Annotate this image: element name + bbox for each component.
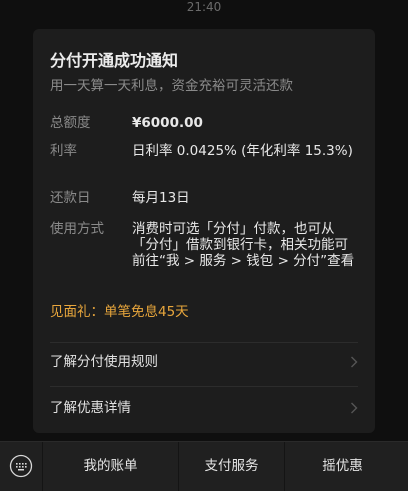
chevron-right-icon (350, 343, 358, 381)
info-label: 还款日 (50, 190, 91, 206)
link-label: 了解分付使用规则 (50, 354, 158, 370)
info-label: 利率 (50, 143, 77, 159)
info-value: 消费时可选「分付」付款，也可从「分付」借款到银行卡，相关功能可前往“我 > 服务… (132, 221, 355, 269)
bottom-menu-bar: 我的账单 支付服务 摇优惠 (0, 441, 408, 491)
info-label: 使用方式 (50, 221, 104, 237)
link-label: 了解优惠详情 (50, 400, 131, 416)
link-promotion-details[interactable]: 了解优惠详情 (50, 389, 358, 427)
card-title: 分付开通成功通知 (50, 51, 179, 70)
divider (50, 386, 358, 387)
card-subtitle: 用一天算一天利息，资金充裕可灵活还款 (50, 78, 293, 94)
tab-my-bill[interactable]: 我的账单 (43, 442, 178, 491)
status-bar-time: 21:40 (186, 0, 222, 14)
info-value: 日利率 0.0425% (年化利率 15.3%) (132, 143, 353, 159)
chevron-right-icon (350, 389, 358, 427)
tab-shake-offers[interactable]: 摇优惠 (285, 442, 400, 491)
keyboard-icon[interactable] (9, 454, 33, 478)
welcome-gift-text: 见面礼：单笔免息45天 (50, 304, 189, 320)
info-label: 总额度 (50, 115, 91, 131)
info-value: ¥6000.00 (132, 115, 203, 131)
tab-payment-service[interactable]: 支付服务 (179, 442, 284, 491)
notification-card: 分付开通成功通知 用一天算一天利息，资金充裕可灵活还款 总额度 ¥6000.00… (33, 29, 375, 433)
link-usage-rules[interactable]: 了解分付使用规则 (50, 343, 358, 381)
info-value: 每月13日 (132, 190, 190, 206)
